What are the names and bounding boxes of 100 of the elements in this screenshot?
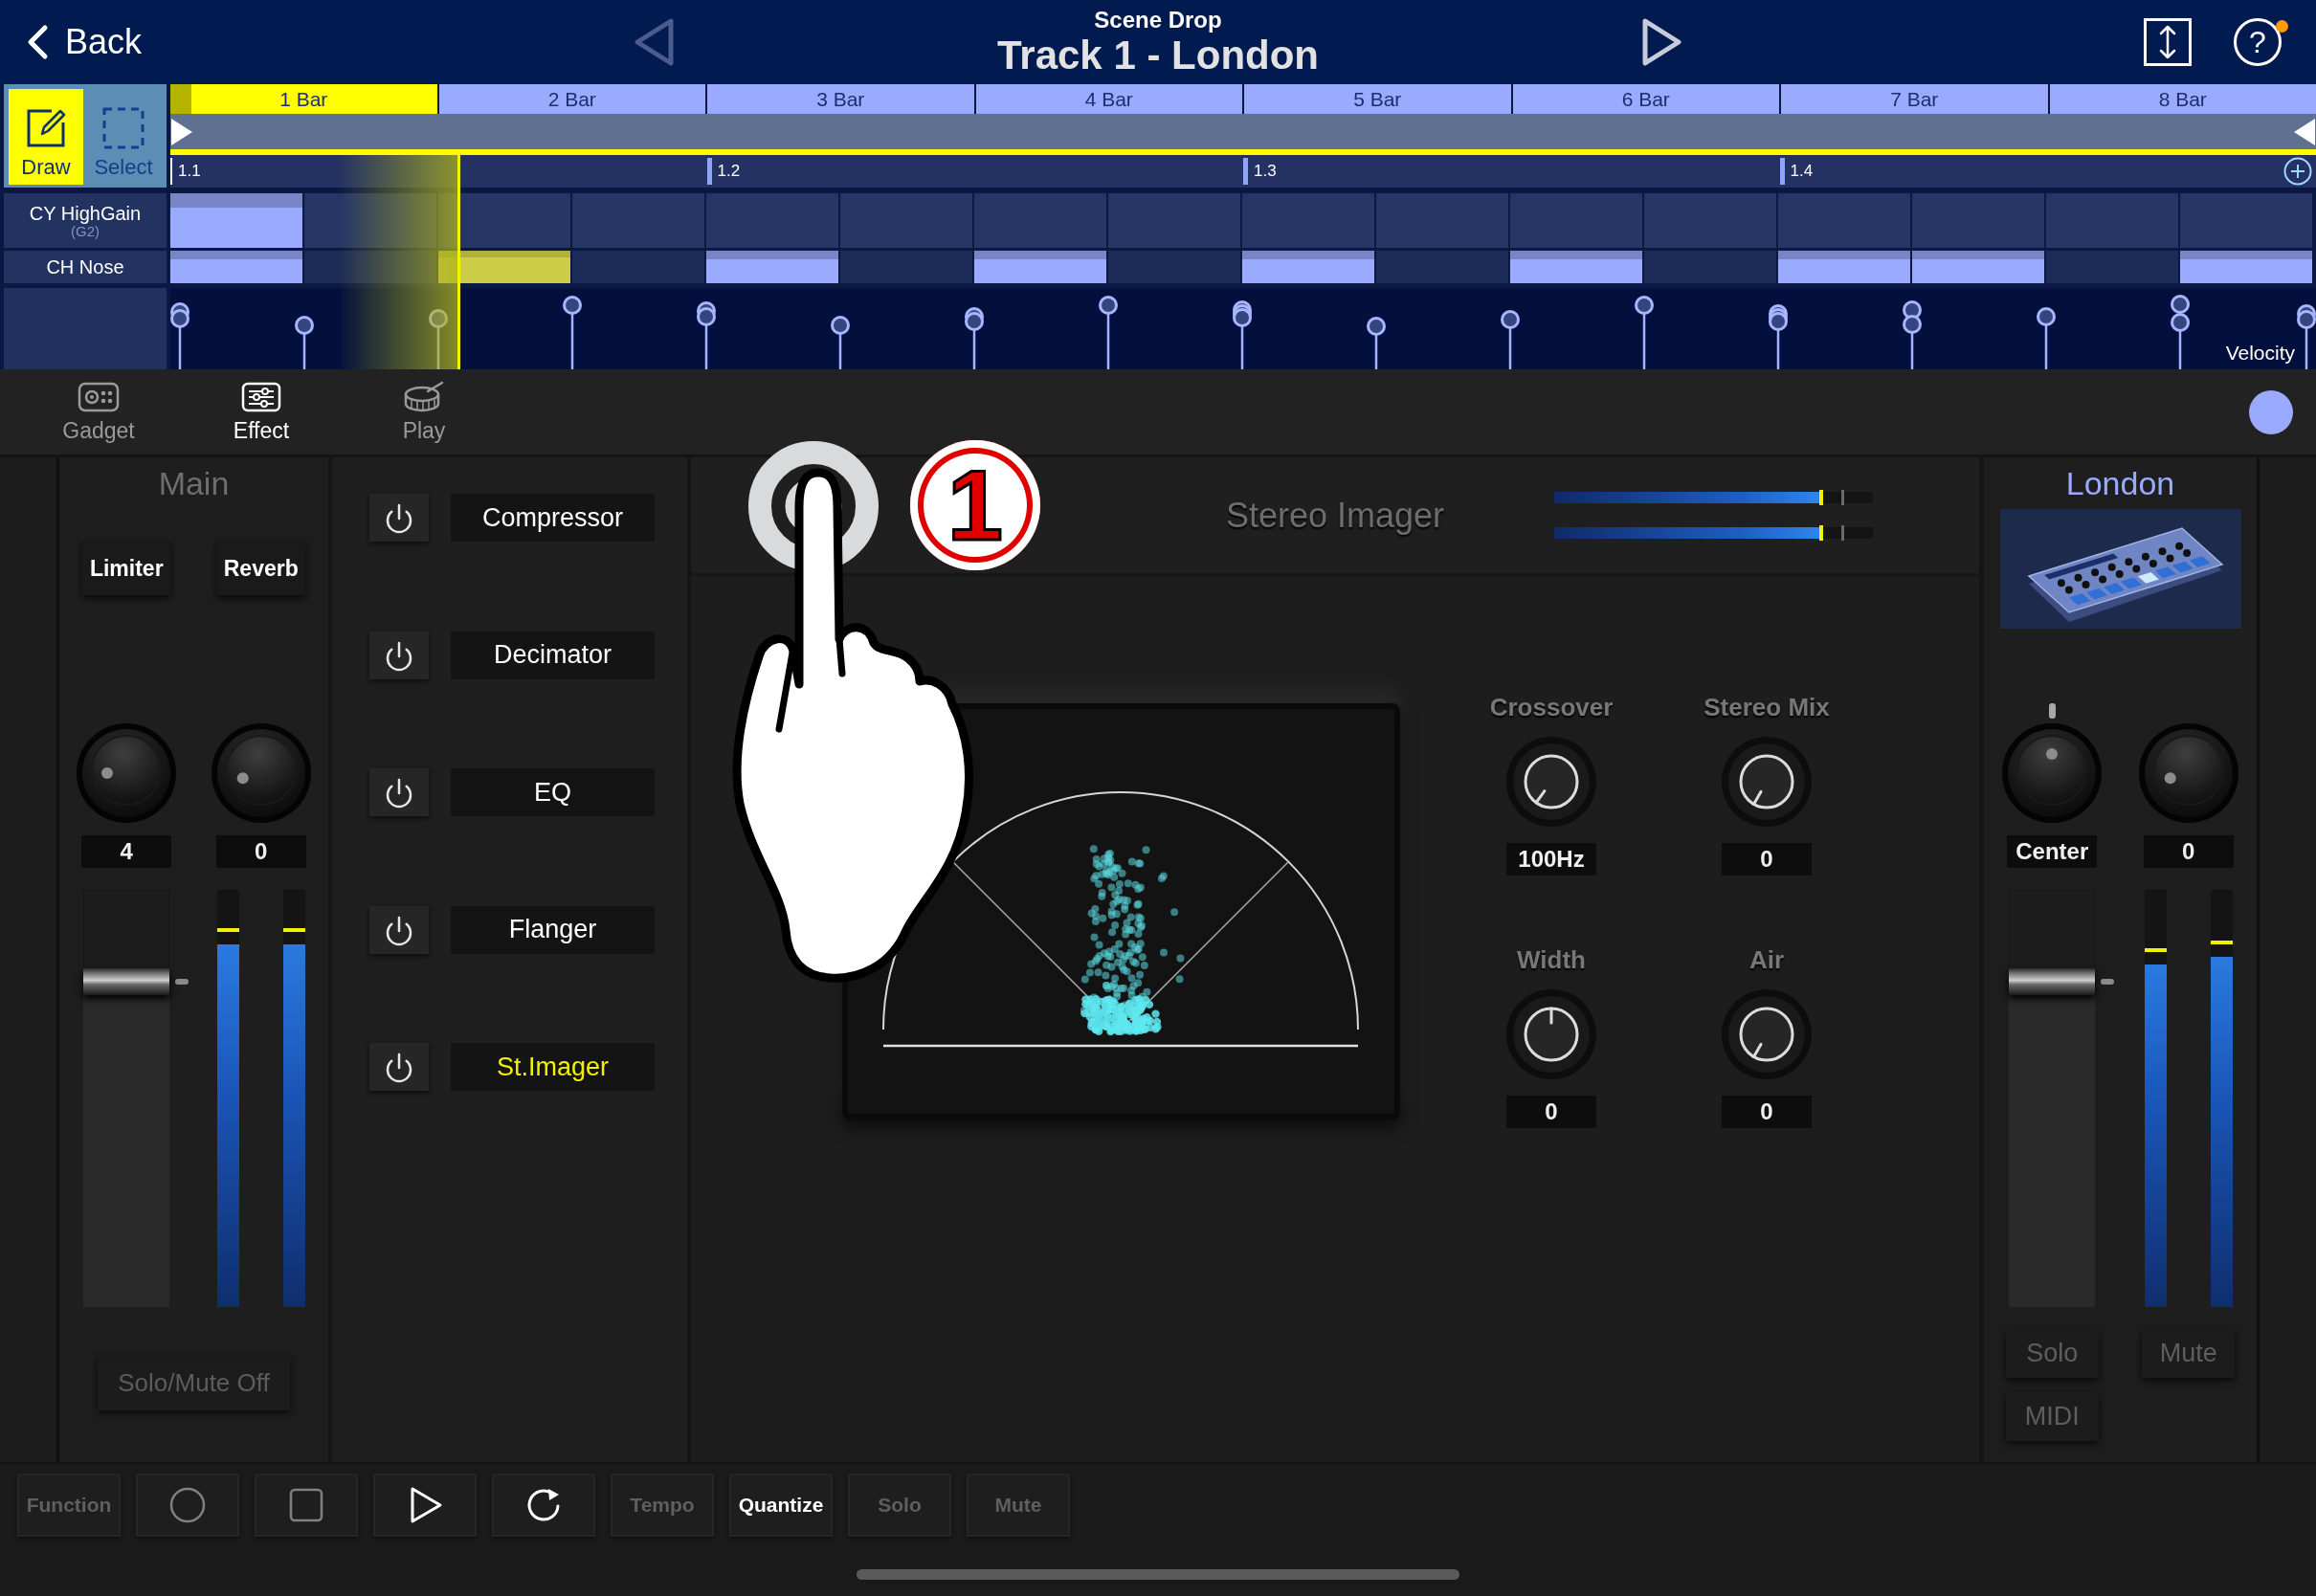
scale-tick xyxy=(1840,490,1844,505)
peak-marker xyxy=(2210,940,2233,944)
triangle-right-icon[interactable] xyxy=(1640,16,1684,68)
effect-slot[interactable]: EQ xyxy=(451,768,655,816)
velocity-handle[interactable] xyxy=(1367,317,1386,369)
step-cell[interactable] xyxy=(1912,193,2044,248)
rotary-knob[interactable] xyxy=(1721,736,1813,828)
loop-start-marker-icon[interactable] xyxy=(170,117,193,146)
bar-segment[interactable]: 3 Bar xyxy=(707,84,974,114)
back-button[interactable]: Back xyxy=(21,13,146,71)
beat-label: 1.2 xyxy=(706,158,741,185)
step-cell[interactable] xyxy=(2180,193,2312,248)
velocity-handle[interactable] xyxy=(965,307,984,369)
value-display: 0 xyxy=(1506,1096,1596,1128)
step-cell[interactable] xyxy=(1510,193,1642,248)
power-button[interactable] xyxy=(369,494,429,542)
rotary-knob[interactable] xyxy=(1505,736,1597,828)
view-tab[interactable]: Gadget xyxy=(17,371,180,453)
velocity-handle[interactable] xyxy=(831,316,850,369)
velocity-handle[interactable] xyxy=(1501,310,1520,369)
rotary-knob[interactable] xyxy=(1721,988,1813,1080)
value-display: 0 xyxy=(2143,835,2234,868)
effect-slot[interactable]: Decimator xyxy=(451,631,655,679)
fader-handle[interactable] xyxy=(83,967,170,995)
bar-segment[interactable]: 8 Bar xyxy=(2049,84,2316,114)
playhead-line[interactable] xyxy=(457,155,461,369)
effect-slot[interactable]: Flanger xyxy=(451,905,655,954)
bar-segment[interactable]: 4 Bar xyxy=(975,84,1242,114)
value-display: 0 xyxy=(215,835,306,868)
track-header[interactable]: CY HighGain (G2) xyxy=(4,193,167,248)
step-cell[interactable] xyxy=(438,193,570,248)
bar-segment[interactable]: 1 Bar xyxy=(170,84,437,114)
tool-button[interactable]: Draw xyxy=(9,89,83,185)
dashed-square-icon xyxy=(100,105,146,151)
play-button[interactable] xyxy=(373,1473,477,1537)
power-button[interactable] xyxy=(369,1043,429,1091)
track-name: CY HighGain xyxy=(29,202,142,224)
velocity-handle[interactable] xyxy=(1769,304,1788,369)
power-icon xyxy=(384,776,414,809)
rotary-knob[interactable] xyxy=(1505,988,1597,1080)
plus-circle-icon[interactable] xyxy=(2283,157,2312,186)
velocity-handle[interactable] xyxy=(1233,300,1252,369)
velocity-lane[interactable]: Velocity xyxy=(170,288,2316,369)
loop-end-marker-icon[interactable] xyxy=(2293,117,2316,146)
bar-segment[interactable]: 5 Bar xyxy=(1244,84,1511,114)
status-dot-icon[interactable] xyxy=(2249,389,2293,434)
peak-marker xyxy=(282,927,305,932)
send-button[interactable]: Reverb xyxy=(216,542,305,595)
velocity-handle[interactable] xyxy=(1099,296,1118,369)
step-cell[interactable] xyxy=(2046,193,2178,248)
step-cell[interactable] xyxy=(840,193,972,248)
bar-segment[interactable]: 6 Bar xyxy=(1512,84,1779,114)
scale-tick xyxy=(1840,525,1844,541)
view-tab[interactable]: Effect xyxy=(180,371,343,453)
step-cell[interactable] xyxy=(1108,193,1240,248)
toolbar-button[interactable]: Quantize xyxy=(729,1473,833,1537)
step-cell[interactable] xyxy=(572,193,704,248)
power-button[interactable] xyxy=(369,631,429,679)
velocity-handle[interactable] xyxy=(1903,300,1922,369)
fader-track[interactable] xyxy=(83,890,170,1307)
loop-button[interactable] xyxy=(492,1473,595,1537)
step-cell[interactable] xyxy=(304,193,436,248)
power-button[interactable] xyxy=(369,905,429,954)
track-name: CH Nose xyxy=(46,256,124,277)
view-tab[interactable]: Play xyxy=(343,371,505,453)
record-icon xyxy=(168,1485,207,1524)
velocity-handle[interactable] xyxy=(2037,307,2056,369)
fader-handle[interactable] xyxy=(2009,967,2096,995)
fader-level-tick xyxy=(175,978,189,985)
velocity-handle[interactable] xyxy=(1635,296,1654,369)
velocity-handle[interactable] xyxy=(697,301,716,369)
channel-name: London xyxy=(2065,466,2175,500)
velocity-handle[interactable] xyxy=(429,309,448,369)
power-button[interactable] xyxy=(369,768,429,816)
parameter-label: Air xyxy=(1748,945,1785,974)
velocity-handle[interactable] xyxy=(2297,304,2316,369)
velocity-handle[interactable] xyxy=(295,316,314,369)
step-cell[interactable] xyxy=(304,251,436,283)
stop-button[interactable] xyxy=(255,1473,358,1537)
velocity-handle[interactable] xyxy=(563,296,582,369)
step-cell[interactable] xyxy=(974,193,1106,248)
peak-marker xyxy=(1818,490,1823,505)
velocity-handle[interactable] xyxy=(2171,295,2190,369)
track-header[interactable]: CH Nose xyxy=(4,251,167,283)
step-cell[interactable] xyxy=(1242,193,1374,248)
velocity-handle[interactable] xyxy=(170,302,189,369)
beat-label: 1.4 xyxy=(1779,158,1814,185)
step-cell[interactable] xyxy=(1778,193,1910,248)
effect-slot[interactable]: Compressor xyxy=(451,494,655,542)
bar-segment[interactable]: 7 Bar xyxy=(1781,84,2048,114)
step-cell[interactable] xyxy=(1376,193,1508,248)
peak-marker xyxy=(2144,948,2167,953)
effect-slot[interactable]: St.Imager xyxy=(451,1043,655,1091)
step-cell[interactable] xyxy=(706,193,838,248)
send-button[interactable]: Limiter xyxy=(82,542,171,595)
fader-track[interactable] xyxy=(2009,890,2096,1307)
step-cell[interactable] xyxy=(1644,193,1776,248)
bar-segment[interactable]: 2 Bar xyxy=(438,84,705,114)
record-button[interactable] xyxy=(136,1473,239,1537)
sliders-icon xyxy=(240,380,282,414)
